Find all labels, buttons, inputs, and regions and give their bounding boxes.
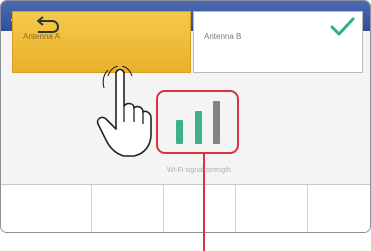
- checkmark-icon[interactable]: [329, 15, 355, 37]
- signal-bar-1: [176, 120, 183, 144]
- antenna-b-label: Antenna B: [204, 32, 242, 41]
- back-arrow-icon[interactable]: [34, 15, 60, 35]
- signal-strength-label: Wi-Fi signal strength: [165, 167, 233, 174]
- signal-bar-2: [195, 111, 202, 144]
- signal-bar-3: [213, 101, 220, 144]
- toolbar-slot-4: [236, 185, 308, 232]
- hand-pointer-icon: [96, 66, 152, 157]
- confirm-button[interactable]: [308, 185, 370, 232]
- callout-line: [203, 154, 205, 251]
- back-button[interactable]: [1, 185, 92, 232]
- toolbar-slot-2: [92, 185, 164, 232]
- bottom-toolbar: [1, 184, 370, 232]
- toolbar-slot-3: [164, 185, 236, 232]
